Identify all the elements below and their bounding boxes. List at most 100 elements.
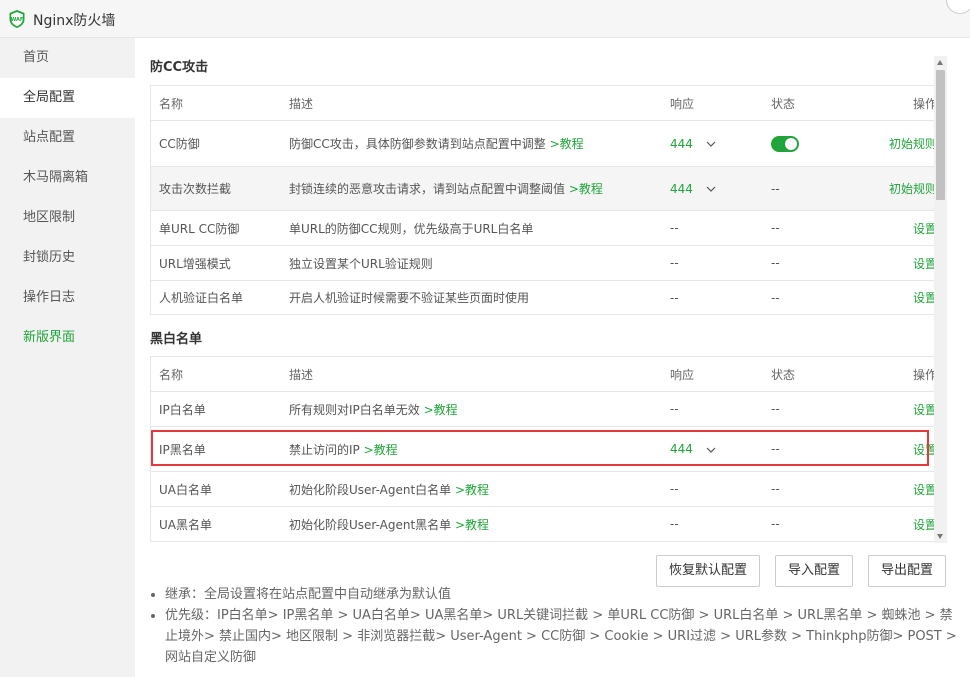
row-op[interactable]: 设置 — [869, 210, 935, 246]
scroll-up-arrow-icon[interactable] — [937, 60, 943, 65]
header-resp: 响应 — [662, 356, 763, 392]
note-inherit: 继承：全局设置将在站点配置中自动继承为默认值 — [165, 584, 959, 605]
section-title-blackwhite: 黑白名单 — [150, 332, 203, 347]
settings-link[interactable]: 设置 — [913, 443, 935, 457]
status-toggle[interactable] — [771, 135, 799, 152]
row-op[interactable]: 设置 — [869, 245, 935, 281]
header-status: 状态 — [763, 356, 869, 392]
row-desc: 封锁连续的恶意攻击请求，请到站点配置中调整阈值 >教程 — [281, 166, 662, 211]
chevron-down-icon[interactable] — [706, 141, 716, 147]
row-resp: -- — [662, 280, 763, 315]
row-desc: 开启人机验证时候需要不验证某些页面时使用 — [281, 280, 662, 315]
row-op[interactable]: 初始规则 — [869, 166, 935, 211]
settings-link[interactable]: 设置 — [913, 518, 935, 532]
waf-shield-icon: WAF — [9, 10, 25, 28]
settings-link[interactable]: 设置 — [913, 291, 935, 305]
row-op[interactable]: 设置 — [869, 280, 935, 315]
scroll-content: 防CC攻击 名称 描述 响应 状态 操作 CC防御 防御CC攻击，具体防御参数请… — [135, 38, 935, 543]
settings-link[interactable]: 设置 — [913, 222, 935, 236]
tutorial-link[interactable]: >教程 — [455, 483, 489, 497]
sidebar-item-home[interactable]: 首页 — [0, 38, 135, 78]
row-desc: 初始化阶段User-Agent黑名单 >教程 — [281, 506, 662, 542]
note-priority: 优先级：IP白名单> IP黑名单 > UA白名单> UA黑名单> URL关键词拦… — [165, 605, 959, 668]
tutorial-link[interactable]: >教程 — [424, 403, 458, 417]
row-name: 单URL CC防御 — [150, 210, 281, 246]
blackwhite-table: 名称 描述 响应 状态 操作 IP白名单 所有规则对IP白名单无效 >教程 --… — [150, 356, 935, 542]
sidebar-item-block-history[interactable]: 封锁历史 — [0, 238, 135, 278]
row-status: -- — [763, 391, 869, 427]
table-row: URL增强模式 独立设置某个URL验证规则 -- -- 设置 — [150, 245, 935, 281]
row-resp: -- — [662, 506, 763, 542]
import-config-button[interactable]: 导入配置 — [775, 555, 854, 587]
header-op: 操作 — [869, 85, 935, 121]
scroll-thumb[interactable] — [936, 70, 945, 200]
svg-text:WAF: WAF — [11, 17, 24, 23]
init-rule-link[interactable]: 初始规则 — [889, 137, 935, 151]
sidebar-item-operation-log[interactable]: 操作日志 — [0, 278, 135, 318]
tutorial-link[interactable]: >教程 — [455, 518, 489, 532]
header-desc: 描述 — [281, 85, 662, 121]
table-header-row: 名称 描述 响应 状态 操作 — [150, 85, 935, 121]
scroll-down-arrow-icon[interactable] — [937, 534, 943, 539]
chevron-down-icon[interactable] — [706, 186, 716, 192]
row-name: CC防御 — [150, 120, 281, 167]
sidebar-item-global-config[interactable]: 全局配置 — [0, 78, 135, 118]
row-status: -- — [763, 471, 869, 507]
settings-link[interactable]: 设置 — [913, 483, 935, 497]
row-status: -- — [763, 210, 869, 246]
row-op[interactable]: 设置 — [869, 391, 935, 427]
row-resp[interactable]: 444 — [662, 166, 763, 211]
row-resp: -- — [662, 471, 763, 507]
tutorial-link[interactable]: >教程 — [550, 137, 584, 151]
row-op[interactable]: 初始规则 — [869, 120, 935, 167]
init-rule-link[interactable]: 初始规则 — [889, 182, 935, 196]
sidebar-item-trojan-quarantine[interactable]: 木马隔离箱 — [0, 158, 135, 198]
settings-link[interactable]: 设置 — [913, 257, 935, 271]
sidebar-item-site-config[interactable]: 站点配置 — [0, 118, 135, 158]
row-desc: 禁止访问的IP >教程 — [281, 426, 662, 472]
row-status: -- — [763, 166, 869, 211]
row-desc: 初始化阶段User-Agent白名单 >教程 — [281, 471, 662, 507]
row-op[interactable]: 设置 — [869, 506, 935, 542]
row-name: 攻击次数拦截 — [150, 166, 281, 211]
row-resp: -- — [662, 245, 763, 281]
settings-link[interactable]: 设置 — [913, 403, 935, 417]
row-resp[interactable]: 444 — [662, 426, 763, 472]
header-resp: 响应 — [662, 85, 763, 121]
row-op[interactable]: 设置 — [869, 426, 935, 472]
row-status: -- — [763, 245, 869, 281]
sidebar-item-region-limit[interactable]: 地区限制 — [0, 198, 135, 238]
row-name: URL增强模式 — [150, 245, 281, 281]
row-resp: -- — [662, 210, 763, 246]
vertical-scrollbar[interactable] — [934, 56, 947, 543]
row-resp[interactable]: 444 — [662, 120, 763, 167]
table-row: 攻击次数拦截 封锁连续的恶意攻击请求，请到站点配置中调整阈值 >教程 444 -… — [150, 166, 935, 211]
sidebar: 首页 全局配置 站点配置 木马隔离箱 地区限制 封锁历史 操作日志 新版界面 — [0, 38, 135, 677]
table-row-highlighted: IP黑名单 禁止访问的IP >教程 444 -- 设置 — [150, 426, 935, 472]
chevron-down-icon[interactable] — [706, 447, 716, 453]
header-name: 名称 — [150, 85, 281, 121]
table-row: 单URL CC防御 单URL的防御CC规则，优先级高于URL白名单 -- -- … — [150, 210, 935, 246]
row-resp: -- — [662, 391, 763, 427]
row-status[interactable] — [763, 120, 869, 167]
tutorial-link[interactable]: >教程 — [569, 182, 603, 196]
row-name: UA白名单 — [150, 471, 281, 507]
table-row: 人机验证白名单 开启人机验证时候需要不验证某些页面时使用 -- -- 设置 — [150, 280, 935, 315]
table-row: UA黑名单 初始化阶段User-Agent黑名单 >教程 -- -- 设置 — [150, 506, 935, 542]
row-status: -- — [763, 506, 869, 542]
row-op[interactable]: 设置 — [869, 471, 935, 507]
export-config-button[interactable]: 导出配置 — [868, 555, 947, 587]
row-name: UA黑名单 — [150, 506, 281, 542]
title-bar: WAF Nginx防火墙 — [0, 0, 970, 38]
table-row: UA白名单 初始化阶段User-Agent白名单 >教程 -- -- 设置 — [150, 471, 935, 507]
restore-default-button[interactable]: 恢复默认配置 — [656, 555, 761, 587]
row-desc: 单URL的防御CC规则，优先级高于URL白名单 — [281, 210, 662, 246]
tutorial-link[interactable]: >教程 — [364, 443, 398, 457]
row-name: IP白名单 — [150, 391, 281, 427]
row-status: -- — [763, 426, 869, 472]
sidebar-item-new-ui[interactable]: 新版界面 — [0, 318, 135, 358]
table-row: CC防御 防御CC攻击，具体防御参数请到站点配置中调整 >教程 444 初始规则 — [150, 120, 935, 167]
section-title-cc: 防CC攻击 — [150, 60, 209, 75]
close-button[interactable] — [946, 0, 970, 14]
notes: 继承：全局设置将在站点配置中自动继承为默认值 优先级：IP白名单> IP黑名单 … — [149, 584, 959, 668]
